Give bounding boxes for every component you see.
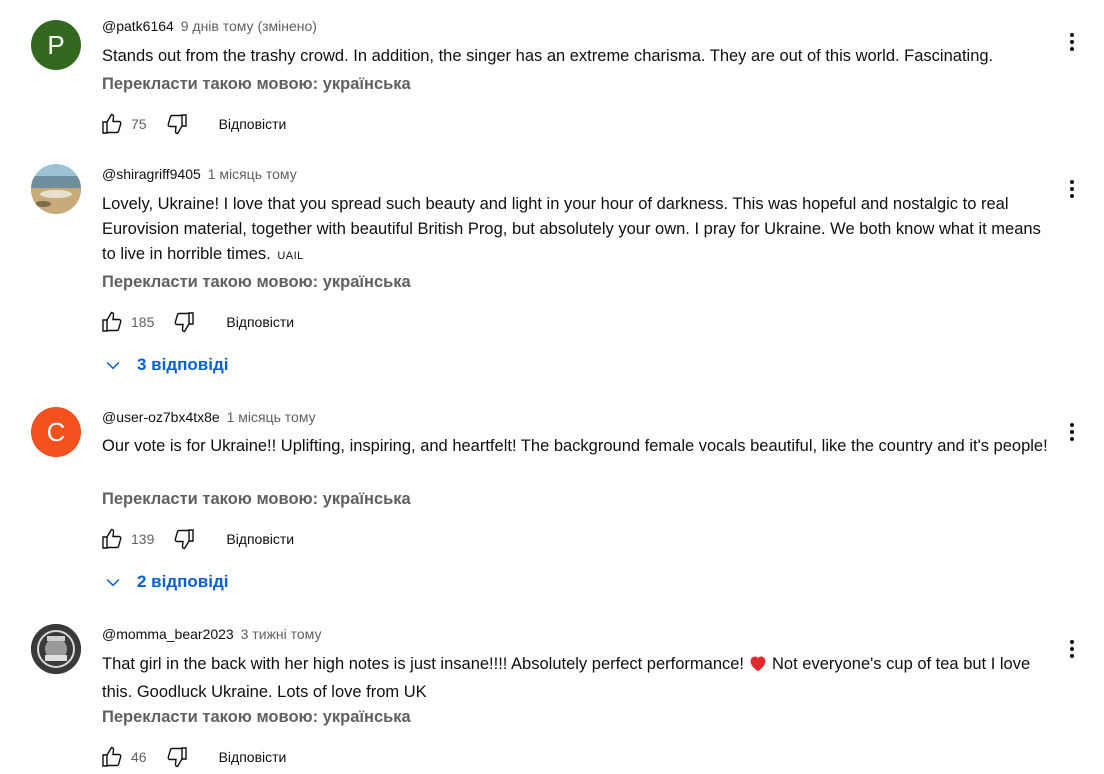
comment-tag: UAIL bbox=[277, 250, 304, 262]
replies-count: 3 відповіді bbox=[137, 355, 229, 374]
author-name[interactable]: @momma_bear2023 bbox=[102, 626, 234, 642]
author-name[interactable]: @user-oz7bx4tx8e bbox=[102, 409, 220, 425]
thumb-down-icon bbox=[174, 312, 195, 333]
comment-actions: 139 Відповісти bbox=[98, 525, 294, 553]
avatar[interactable] bbox=[31, 164, 81, 214]
translate-link[interactable]: Перекласти такою мовою: українська bbox=[102, 708, 411, 727]
reply-button[interactable]: Відповісти bbox=[226, 314, 294, 330]
dislike-button[interactable] bbox=[163, 110, 191, 138]
comment-header: @patk6164 9 днів тому (змінено) bbox=[102, 18, 317, 34]
comment-actions: 75 Відповісти bbox=[98, 110, 286, 138]
author-name[interactable]: @shiragriff9405 bbox=[102, 166, 201, 182]
comment-menu-button[interactable] bbox=[1060, 177, 1084, 201]
view-replies-button[interactable]: 3 відповіді bbox=[103, 350, 228, 380]
reply-button[interactable]: Відповісти bbox=[226, 531, 294, 547]
comment-text: Our vote is for Ukraine!! Uplifting, ins… bbox=[102, 437, 1048, 455]
reply-button[interactable]: Відповісти bbox=[219, 116, 287, 132]
avatar-letter: C bbox=[46, 416, 66, 447]
more-vert-icon bbox=[1070, 423, 1074, 441]
dislike-button[interactable] bbox=[170, 308, 198, 336]
comment-header: @momma_bear2023 3 тижні тому bbox=[102, 626, 321, 642]
comment-time[interactable]: 1 місяць тому bbox=[208, 166, 297, 182]
comment-body: Lovely, Ukraine! I love that you spread … bbox=[102, 195, 1041, 263]
comment-text: Lovely, Ukraine! I love that you spread … bbox=[102, 192, 1052, 269]
thumb-up-icon bbox=[102, 746, 122, 767]
avatar[interactable]: P bbox=[31, 20, 81, 70]
avatar[interactable] bbox=[31, 624, 81, 674]
like-button[interactable] bbox=[98, 110, 126, 138]
avatar[interactable]: C bbox=[31, 407, 81, 457]
replies-count: 2 відповіді bbox=[137, 572, 229, 591]
thumb-up-icon bbox=[102, 113, 122, 134]
view-replies-button[interactable]: 2 відповіді bbox=[103, 567, 228, 597]
dislike-button[interactable] bbox=[170, 525, 198, 553]
comment-text: Stands out from the trashy crowd. In add… bbox=[102, 47, 994, 65]
comment-menu-button[interactable] bbox=[1060, 637, 1084, 661]
badge-photo-icon bbox=[31, 624, 81, 674]
comment-actions: 185 Відповісти bbox=[98, 308, 294, 336]
dislike-button[interactable] bbox=[163, 743, 191, 771]
like-count: 75 bbox=[131, 116, 147, 132]
comment-header: @user-oz7bx4tx8e 1 місяць тому bbox=[102, 409, 316, 425]
translate-link[interactable]: Перекласти такою мовою: українська bbox=[102, 273, 411, 292]
like-button[interactable] bbox=[98, 743, 126, 771]
beach-photo-icon bbox=[31, 164, 81, 214]
comment-time[interactable]: 3 тижні тому bbox=[241, 626, 322, 642]
comment-time[interactable]: 1 місяць тому bbox=[227, 409, 316, 425]
thumb-down-icon bbox=[174, 529, 195, 550]
like-button[interactable] bbox=[98, 525, 126, 553]
like-button[interactable] bbox=[98, 308, 126, 336]
more-vert-icon bbox=[1070, 640, 1074, 658]
more-vert-icon bbox=[1070, 33, 1074, 51]
reply-button[interactable]: Відповісти bbox=[219, 749, 287, 765]
heart-emoji-icon bbox=[748, 654, 768, 680]
thumb-up-icon bbox=[102, 311, 122, 332]
translate-link[interactable]: Перекласти такою мовою: українська bbox=[102, 75, 411, 94]
like-count: 139 bbox=[131, 531, 155, 547]
thumb-down-icon bbox=[167, 747, 187, 768]
chevron-down-icon bbox=[103, 572, 123, 592]
comment-body-start: That girl in the back with her high note… bbox=[102, 655, 745, 673]
translate-link[interactable]: Перекласти такою мовою: українська bbox=[102, 490, 411, 509]
more-vert-icon bbox=[1070, 180, 1074, 198]
comment-time[interactable]: 9 днів тому (змінено) bbox=[181, 18, 317, 34]
author-name[interactable]: @patk6164 bbox=[102, 18, 174, 34]
comment-menu-button[interactable] bbox=[1060, 30, 1084, 54]
thumb-up-icon bbox=[102, 528, 122, 549]
avatar-letter: P bbox=[47, 29, 65, 60]
thumb-down-icon bbox=[167, 114, 187, 135]
comment-menu-button[interactable] bbox=[1060, 420, 1084, 444]
chevron-down-icon bbox=[103, 355, 123, 375]
like-count: 185 bbox=[131, 314, 155, 330]
comment-header: @shiragriff9405 1 місяць тому bbox=[102, 166, 297, 182]
comment-actions: 46 Відповісти bbox=[98, 743, 286, 771]
comment-text: That girl in the back with her high note… bbox=[102, 652, 1052, 705]
like-count: 46 bbox=[131, 749, 147, 765]
